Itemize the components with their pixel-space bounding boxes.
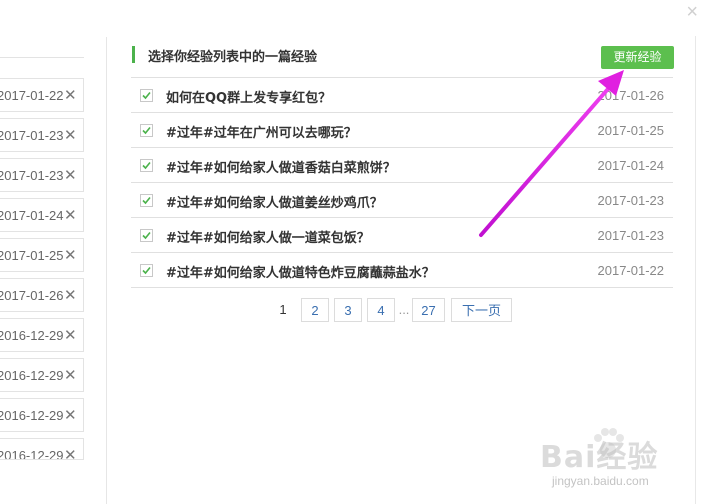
watermark-text: Bai经验 [540,440,659,475]
watermark-url: jingyan.baidu.com [552,474,649,488]
baidu-jingyan-watermark: Bai经验 jingyan.baidu.com [540,426,700,496]
